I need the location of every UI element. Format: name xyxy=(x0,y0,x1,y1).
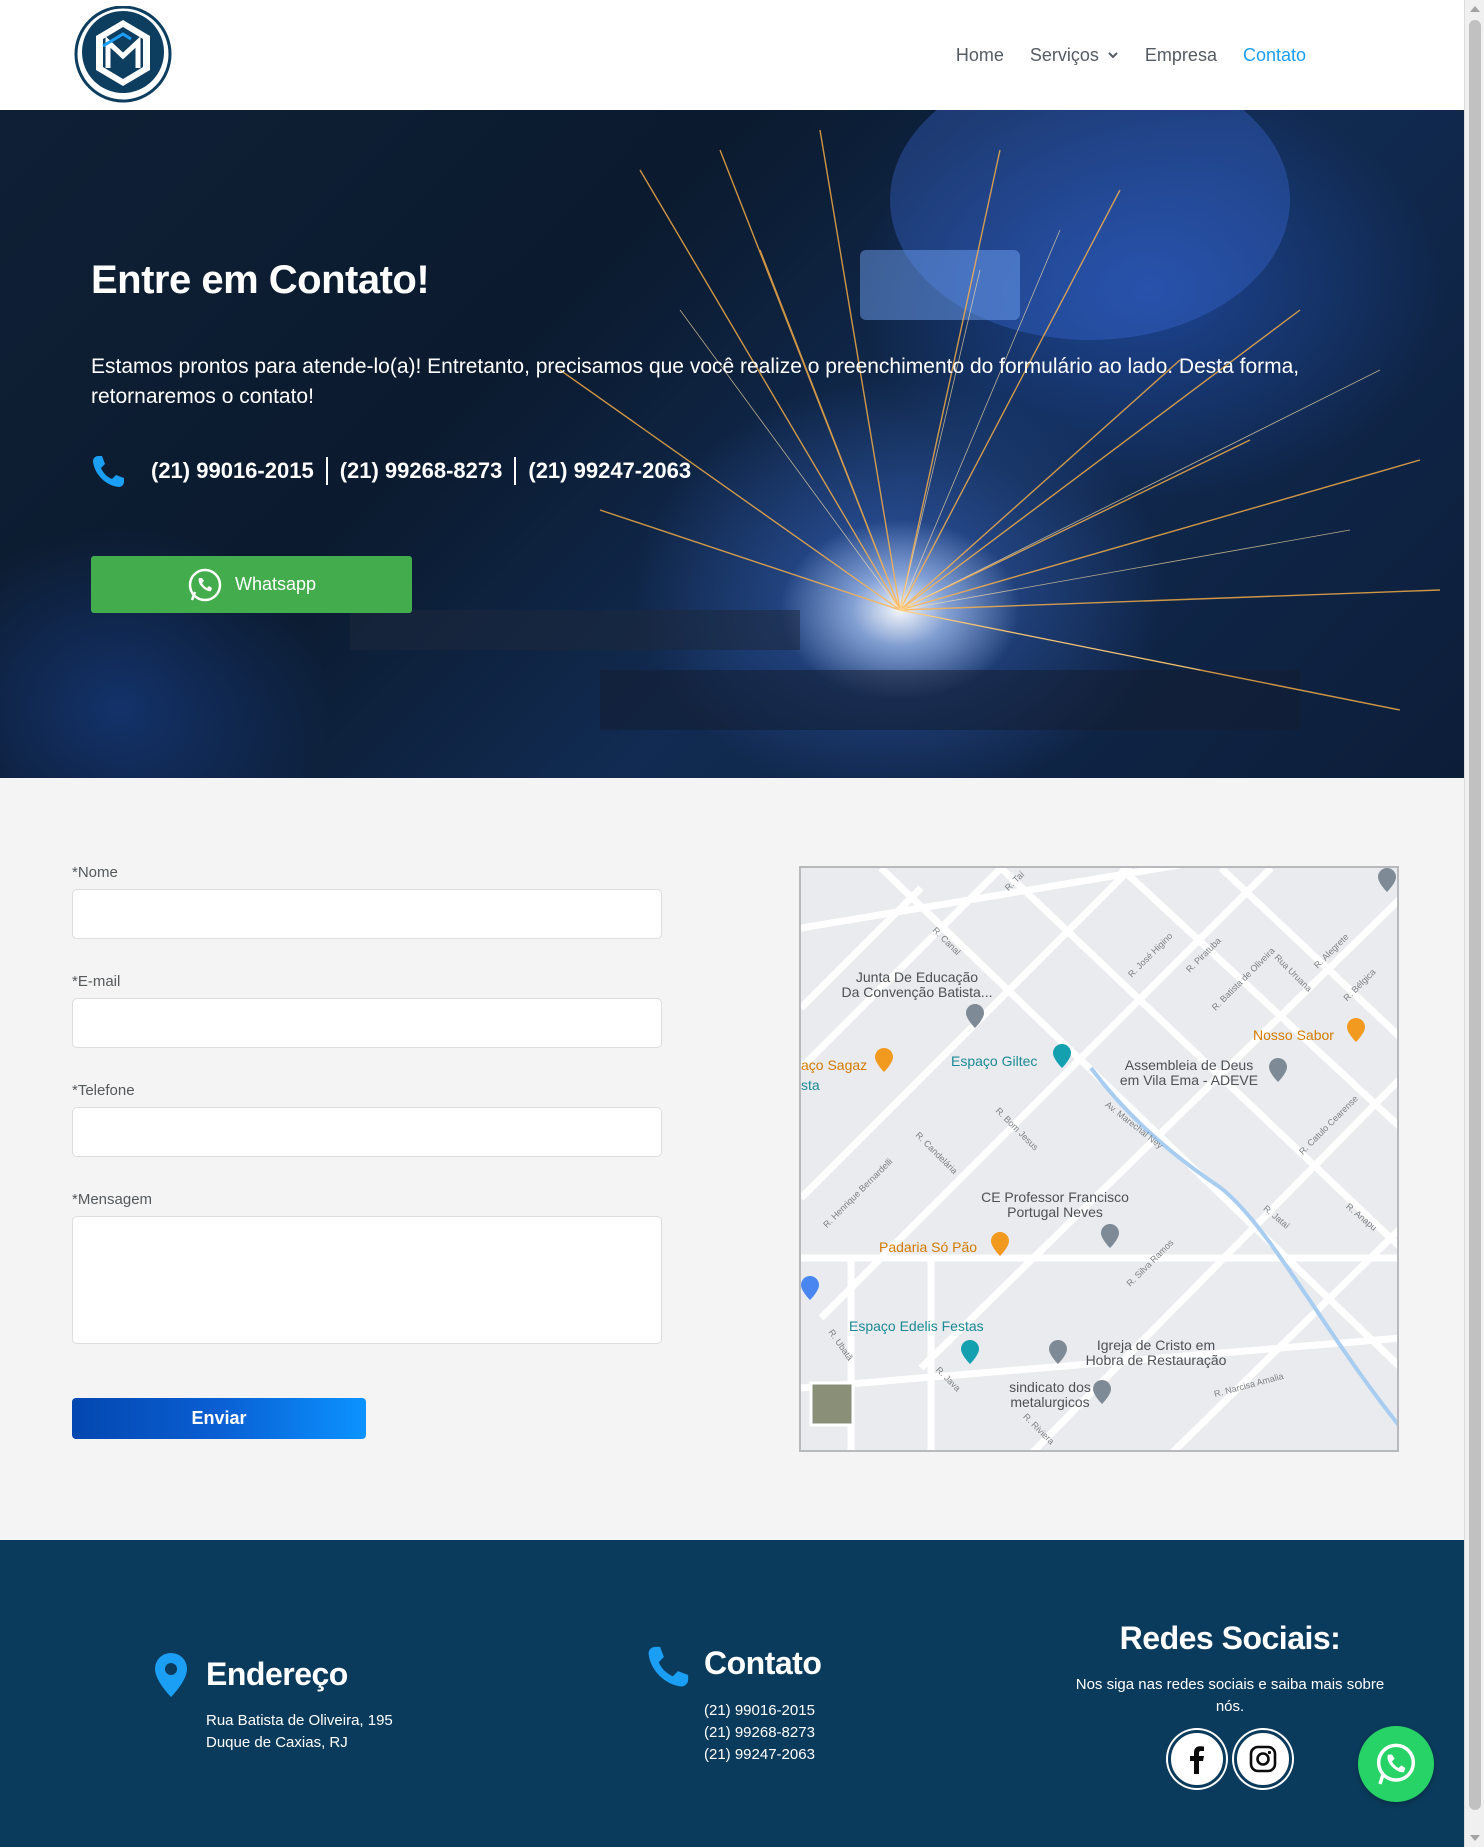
facebook-link[interactable] xyxy=(1168,1730,1226,1788)
shop-pin-icon xyxy=(801,1276,819,1300)
facebook-icon xyxy=(1190,1746,1204,1774)
name-label: *Nome xyxy=(72,864,118,881)
footer-social-text: Nos siga nas redes sociais e saiba mais … xyxy=(1075,1676,1385,1715)
email-input[interactable] xyxy=(72,998,662,1048)
map-place-igreja[interactable]: Igreja de Cristo em Hobra de Restauração xyxy=(1071,1338,1241,1368)
school-pin-icon xyxy=(1101,1224,1119,1248)
map-place-padaria[interactable]: Padaria Só Pão xyxy=(879,1240,977,1255)
whatsapp-button-label: Whatsapp xyxy=(234,574,317,594)
instagram-link[interactable] xyxy=(1234,1730,1292,1788)
location-map[interactable]: Junta De Educação Da Convenção Batista..… xyxy=(799,866,1399,1452)
hero-phone-3[interactable]: (21) 99247-2063 xyxy=(516,457,703,485)
map-place-ce-professor[interactable]: CE Professor Francisco Portugal Neves xyxy=(969,1190,1141,1220)
main-nav: Home Serviços Empresa Contato xyxy=(956,0,1464,110)
footer-phone-2[interactable]: (21) 99268-8273 xyxy=(704,1722,815,1744)
hero-phone-1[interactable]: (21) 99016-2015 xyxy=(151,457,326,485)
footer-phone-1[interactable]: (21) 99016-2015 xyxy=(704,1700,815,1722)
hero-phone-list: (21) 99016-2015 (21) 99268-8273 (21) 992… xyxy=(91,453,703,489)
email-label: *E-mail xyxy=(72,973,121,990)
footer-address-line1: Rua Batista de Oliveira, 195 xyxy=(206,1712,393,1729)
map-pin-icon xyxy=(1093,1380,1111,1404)
school-pin-icon xyxy=(966,1004,984,1028)
footer-social-title: Redes Sociais: xyxy=(1119,1620,1341,1656)
map-place-edelis[interactable]: Espaço Edelis Festas xyxy=(849,1319,984,1334)
phone-label: *Telefone xyxy=(72,1082,135,1099)
message-textarea[interactable] xyxy=(72,1216,662,1344)
phone-icon xyxy=(93,456,124,487)
food-pin-icon xyxy=(991,1232,1009,1256)
scroll-up-arrow[interactable] xyxy=(1470,6,1480,12)
nav-home[interactable]: Home xyxy=(956,45,1004,66)
map-place-sindicato[interactable]: sindicato dos metalurgicos xyxy=(995,1380,1105,1410)
name-input[interactable] xyxy=(72,889,662,939)
scroll-down-arrow[interactable] xyxy=(1470,1835,1480,1841)
nav-company[interactable]: Empresa xyxy=(1145,45,1217,66)
map-place-giltec[interactable]: Espaço Giltec xyxy=(951,1054,1037,1069)
welding-background-image xyxy=(350,110,1441,730)
whatsapp-icon xyxy=(188,568,222,601)
food-pin-icon xyxy=(875,1048,893,1072)
venue-pin-icon xyxy=(961,1340,979,1364)
chevron-down-icon xyxy=(1108,52,1118,59)
phone-icon xyxy=(648,1646,689,1687)
food-pin-icon xyxy=(1347,1018,1365,1042)
map-place-assembleia[interactable]: Assembleia de Deus em Vila Ema - ADEVE xyxy=(1109,1058,1269,1088)
nav-services[interactable]: Serviços xyxy=(1030,45,1119,66)
whatsapp-icon xyxy=(1376,1743,1416,1785)
map-place-junta[interactable]: Junta De Educação Da Convenção Batista..… xyxy=(837,970,997,1000)
hero-banner: Entre em Contato! Estamos prontos para a… xyxy=(0,110,1464,778)
page-title: Entre em Contato! xyxy=(91,258,430,302)
map-place-sta: sta xyxy=(801,1077,820,1093)
whatsapp-float-button[interactable] xyxy=(1358,1726,1434,1802)
footer-address-line2: Duque de Caxias, RJ xyxy=(206,1734,348,1751)
instagram-icon xyxy=(1249,1745,1277,1773)
map-place-sagaz[interactable]: aço Sagaz xyxy=(801,1058,867,1073)
site-header: Home Serviços Empresa Contato xyxy=(0,0,1464,110)
venue-pin-icon xyxy=(1053,1044,1071,1068)
page-scrollbar[interactable] xyxy=(1464,0,1484,1847)
footer-phone-3[interactable]: (21) 99247-2063 xyxy=(704,1744,815,1766)
church-pin-icon xyxy=(1049,1340,1067,1364)
message-label: *Mensagem xyxy=(72,1191,153,1208)
company-logo[interactable] xyxy=(72,5,174,104)
footer-contact-title: Contato xyxy=(704,1645,822,1681)
location-pin-icon xyxy=(155,1653,187,1697)
church-pin-icon xyxy=(1269,1058,1287,1082)
site-footer: Endereço Rua Batista de Oliveira, 195 Du… xyxy=(0,1540,1464,1847)
scrollbar-thumb[interactable] xyxy=(1469,20,1481,1810)
footer-address-title: Endereço xyxy=(206,1656,348,1692)
map-place-nosso-sabor[interactable]: Nosso Sabor xyxy=(1253,1028,1334,1043)
nav-contact[interactable]: Contato xyxy=(1243,45,1306,66)
phone-input[interactable] xyxy=(72,1107,662,1157)
map-pin-icon xyxy=(1378,868,1396,892)
contact-form: *Nome *E-mail *Telefone *Mensagem xyxy=(72,864,662,1344)
nav-services-label: Serviços xyxy=(1029,44,1099,65)
hero-phone-2[interactable]: (21) 99268-8273 xyxy=(328,457,515,485)
submit-button[interactable]: Enviar xyxy=(72,1398,366,1439)
whatsapp-button[interactable]: Whatsapp xyxy=(91,556,412,613)
hero-description: Estamos prontos para atende-lo(a)! Entre… xyxy=(91,355,1300,408)
